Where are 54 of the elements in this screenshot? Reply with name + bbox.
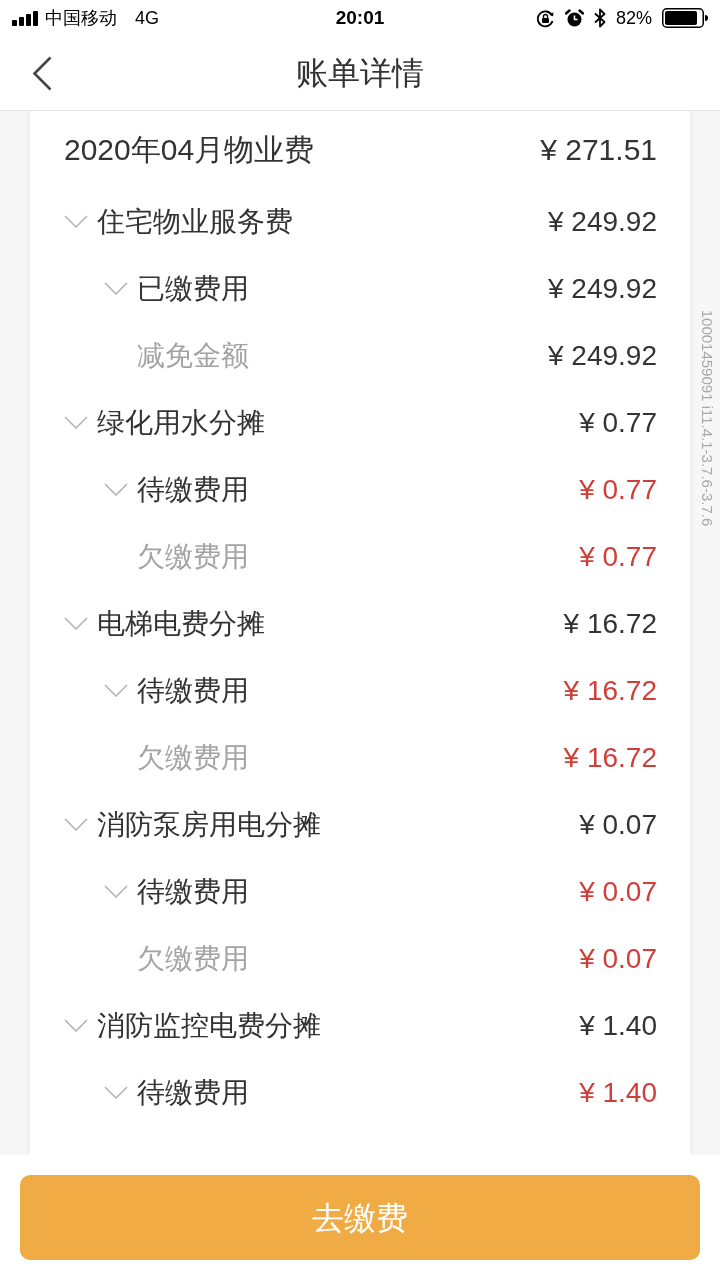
fee-amount: ¥ 0.07 (579, 941, 657, 976)
fee-label: 待缴费用 (137, 874, 249, 909)
page-title: 账单详情 (296, 54, 424, 93)
chevron-down-icon[interactable] (104, 483, 128, 496)
carrier-name: 中国移动 (45, 6, 117, 30)
fee-amount: ¥ 16.72 (563, 740, 657, 775)
network-type: 4G (135, 6, 159, 30)
fee-amount: ¥ 16.72 (563, 606, 657, 641)
fee-label: 绿化用水分摊 (97, 405, 265, 440)
fee-label: 欠缴费用 (137, 539, 249, 574)
fee-amount: ¥ 16.72 (563, 673, 657, 708)
fee-amount: ¥ 0.07 (579, 874, 657, 909)
fee-amount: ¥ 249.92 (548, 338, 657, 373)
battery-icon (662, 8, 708, 28)
fee-label: 待缴费用 (137, 1075, 249, 1110)
fee-label: 欠缴费用 (137, 941, 249, 976)
fee-label: 消防泵房用电分摊 (97, 807, 321, 842)
pay-button[interactable]: 去缴费 (20, 1175, 700, 1260)
fee-label: 已缴费用 (137, 271, 249, 306)
chevron-down-icon[interactable] (104, 282, 128, 295)
chevron-down-icon[interactable] (64, 416, 88, 429)
back-button[interactable] (32, 55, 52, 91)
alarm-clock-icon (564, 8, 584, 28)
fee-label: 消防监控电费分摊 (97, 1008, 321, 1043)
chevron-down-icon[interactable] (64, 818, 88, 831)
fee-amount: ¥ 1.40 (579, 1008, 657, 1043)
fee-label: 待缴费用 (137, 472, 249, 507)
signal-icon (12, 10, 39, 26)
chevron-down-icon[interactable] (104, 1086, 128, 1099)
fee-amount: ¥ 0.07 (579, 807, 657, 842)
rotation-lock-icon (535, 8, 555, 28)
bill-total: ¥ 271.51 (540, 132, 657, 168)
fee-amount: ¥ 0.77 (579, 472, 657, 507)
fee-label: 住宅物业服务费 (97, 204, 293, 239)
chevron-down-icon[interactable] (64, 1019, 88, 1032)
chevron-down-icon[interactable] (64, 215, 88, 228)
fee-amount: ¥ 0.77 (579, 539, 657, 574)
fee-amount: ¥ 1.40 (579, 1075, 657, 1110)
fee-label: 电梯电费分摊 (97, 606, 265, 641)
battery-percent: 82% (615, 6, 652, 30)
version-label: 10001459091 i11.4.1-3.7.6-3.7.6 (698, 309, 718, 527)
chevron-down-icon[interactable] (104, 684, 128, 697)
back-icon (32, 55, 52, 91)
bill-title: 2020年04月物业费 (64, 132, 315, 168)
fee-amount: ¥ 249.92 (548, 271, 657, 306)
fee-label: 减免金额 (137, 338, 249, 373)
status-time: 20:01 (335, 5, 385, 30)
fee-amount: ¥ 0.77 (579, 405, 657, 440)
chevron-down-icon[interactable] (104, 885, 128, 898)
fee-amount: ¥ 249.92 (548, 204, 657, 239)
bluetooth-icon (593, 8, 606, 28)
fee-label: 待缴费用 (137, 673, 249, 708)
chevron-down-icon[interactable] (64, 617, 88, 630)
fee-label: 欠缴费用 (137, 740, 249, 775)
